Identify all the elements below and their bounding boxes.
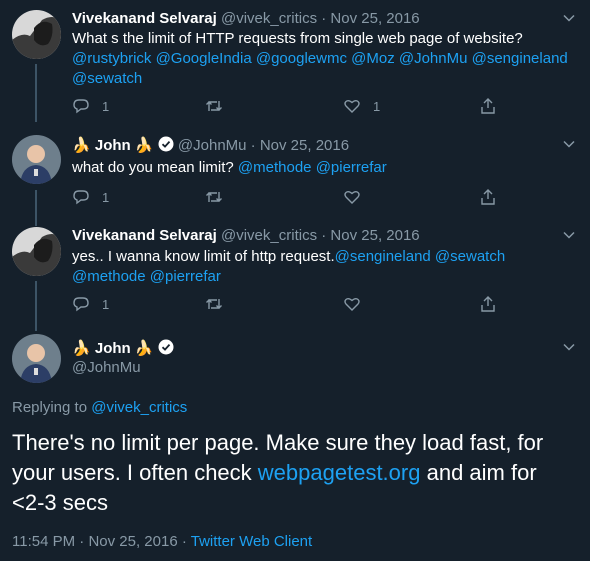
mentions-inline[interactable]: @sengineland @sewatch <box>335 248 506 265</box>
separator: · <box>250 137 256 154</box>
chevron-down-icon[interactable] <box>562 137 576 151</box>
tweet-date[interactable]: Nov 25, 2016 <box>88 533 177 550</box>
chevron-down-icon[interactable] <box>562 228 576 242</box>
tweet-header: Vivekanand Selvaraj @vivek_critics · Nov… <box>72 226 420 246</box>
avatar-image <box>12 227 61 276</box>
handle[interactable]: @vivek_critics <box>221 227 317 244</box>
tweet-3[interactable]: Vivekanand Selvaraj @vivek_critics · Nov… <box>0 220 590 330</box>
reply-button[interactable]: 1 <box>72 294 109 314</box>
reply-count: 1 <box>102 189 110 205</box>
banana-emoji: 🍌 <box>134 137 154 154</box>
tweet-text-main: What s the limit of HTTP requests from s… <box>72 30 523 47</box>
tweet-subheader: @JohnMu <box>72 358 141 378</box>
reply-count: 1 <box>102 98 110 114</box>
display-name[interactable]: Vivekanand Selvaraj <box>72 227 217 244</box>
reply-count: 1 <box>102 296 110 312</box>
share-button[interactable] <box>479 294 497 314</box>
tweet-time[interactable]: 11:54 PM <box>12 533 75 550</box>
share-icon <box>481 296 495 312</box>
avatar-image <box>12 135 61 184</box>
tweet-header: 🍌 John 🍌 <box>72 339 174 359</box>
tweet-actions: 1 <box>72 187 512 207</box>
tweet-text: yes.. I wanna know limit of http request… <box>72 247 577 287</box>
reply-icon <box>73 190 89 205</box>
tweet-text-main: what do you mean limit? <box>72 159 234 176</box>
replying-handle[interactable]: @vivek_critics <box>91 399 187 416</box>
reply-icon <box>73 297 89 312</box>
retweet-button[interactable] <box>205 96 235 116</box>
separator: · <box>321 10 327 27</box>
timestamp[interactable]: Nov 25, 2016 <box>260 137 349 154</box>
tweet-text: What s the limit of HTTP requests from s… <box>72 29 577 89</box>
banana-emoji: 🍌 <box>134 340 154 357</box>
tweet-text: what do you mean limit? @methode @pierre… <box>72 158 577 178</box>
avatar-image <box>12 10 61 59</box>
chevron-down-icon[interactable] <box>562 11 576 25</box>
replying-to: Replying to @vivek_critics <box>12 399 187 416</box>
tweet-actions: 1 1 <box>72 96 512 116</box>
display-name[interactable]: John <box>95 340 131 357</box>
handle[interactable]: @JohnMu <box>72 359 141 376</box>
retweet-button[interactable] <box>205 187 235 207</box>
avatar[interactable] <box>12 135 61 184</box>
retweet-icon <box>206 299 222 309</box>
tweet-client[interactable]: Twitter Web Client <box>191 533 312 550</box>
banana-emoji: 🍌 <box>72 340 91 357</box>
main-tweet-text: There's no limit per page. Make sure the… <box>12 428 572 518</box>
tweet-text-main: yes.. I wanna know limit of http request… <box>72 248 335 265</box>
like-button[interactable] <box>343 187 373 207</box>
tweet-header: 🍌 John 🍌 @JohnMu · Nov 25, 2016 <box>72 136 349 156</box>
retweet-icon <box>206 192 222 202</box>
like-icon <box>344 298 360 311</box>
like-button[interactable]: 1 <box>343 96 380 116</box>
like-icon <box>344 191 360 204</box>
timestamp[interactable]: Nov 25, 2016 <box>330 10 419 27</box>
retweet-button[interactable] <box>205 294 235 314</box>
retweet-icon <box>206 101 222 111</box>
separator: · <box>321 227 327 244</box>
tweet-meta: 11:54 PM · Nov 25, 2016 · Twitter Web Cl… <box>12 533 312 550</box>
reply-icon <box>73 99 89 114</box>
verified-badge-icon <box>158 339 174 355</box>
reply-button[interactable]: 1 <box>72 187 109 207</box>
reply-button[interactable]: 1 <box>72 96 109 116</box>
share-button[interactable] <box>479 187 497 207</box>
avatar[interactable] <box>12 334 61 383</box>
like-count: 1 <box>373 98 381 114</box>
share-icon <box>481 189 495 205</box>
share-button[interactable] <box>479 96 497 116</box>
timestamp[interactable]: Nov 25, 2016 <box>330 227 419 244</box>
handle[interactable]: @vivek_critics <box>221 10 317 27</box>
avatar-image <box>12 334 61 383</box>
tweet-2[interactable]: 🍌 John 🍌 @JohnMu · Nov 25, 2016 what do … <box>0 125 590 220</box>
mentions[interactable]: @methode @pierrefar <box>238 159 387 176</box>
tweet-actions: 1 <box>72 294 512 314</box>
mentions[interactable]: @methode @pierrefar <box>72 268 221 285</box>
display-name[interactable]: Vivekanand Selvaraj <box>72 10 217 27</box>
like-icon <box>344 100 360 113</box>
tweet-header: Vivekanand Selvaraj @vivek_critics · Nov… <box>72 9 420 29</box>
handle[interactable]: @JohnMu <box>178 137 247 154</box>
verified-badge-icon <box>158 136 174 152</box>
webpagetest-link[interactable]: webpagetest.org <box>258 460 421 485</box>
like-button[interactable] <box>343 294 373 314</box>
separator: · <box>181 533 187 550</box>
avatar[interactable] <box>12 227 61 276</box>
tweet-1[interactable]: Vivekanand Selvaraj @vivek_critics · Nov… <box>0 0 590 125</box>
mentions[interactable]: @rustybrick @GoogleIndia @googlewmc @Moz… <box>72 50 568 87</box>
avatar[interactable] <box>12 10 61 59</box>
replying-label: Replying to <box>12 399 88 416</box>
share-icon <box>481 98 495 114</box>
chevron-down-icon[interactable] <box>562 340 576 354</box>
display-name[interactable]: John <box>95 137 131 154</box>
separator: · <box>79 533 85 550</box>
banana-emoji: 🍌 <box>72 137 91 154</box>
